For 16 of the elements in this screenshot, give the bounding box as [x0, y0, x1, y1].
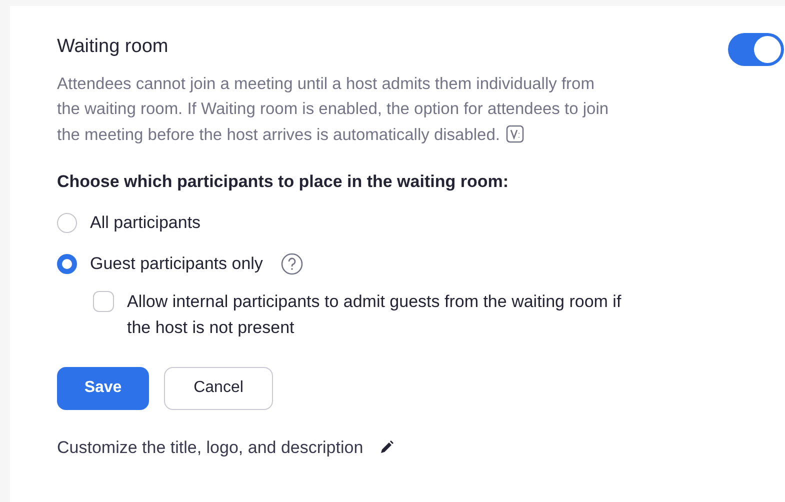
- caption-icon[interactable]: [506, 124, 524, 143]
- setting-description: Attendees cannot join a meeting until a host admits them individually from the waiting room. If Waiting room is enabled, the option for attendees to join the meeting before the host arrives is automatically disabled.: [57, 74, 610, 146]
- setting-title: Waiting room: [57, 35, 168, 59]
- checkbox[interactable]: [93, 290, 114, 312]
- toggle-switch[interactable]: [728, 33, 784, 66]
- checkbox-label: Allow internal participants to admit guests from the waiting room if the host is not present: [127, 290, 622, 339]
- radio-button[interactable]: [57, 212, 77, 233]
- customize-label: Customize the title, logo, and description: [57, 438, 364, 458]
- radio-label: Guest participants only: [90, 254, 263, 274]
- radio-button[interactable]: [57, 254, 77, 274]
- cancel-button[interactable]: Cancel: [164, 366, 273, 410]
- radio-label: All participants: [90, 212, 201, 233]
- help-icon[interactable]: [280, 252, 303, 275]
- options-heading: Choose which participants to place in the waiting room:: [57, 170, 510, 193]
- save-button[interactable]: Save: [57, 366, 149, 410]
- pencil-icon[interactable]: [379, 440, 394, 456]
